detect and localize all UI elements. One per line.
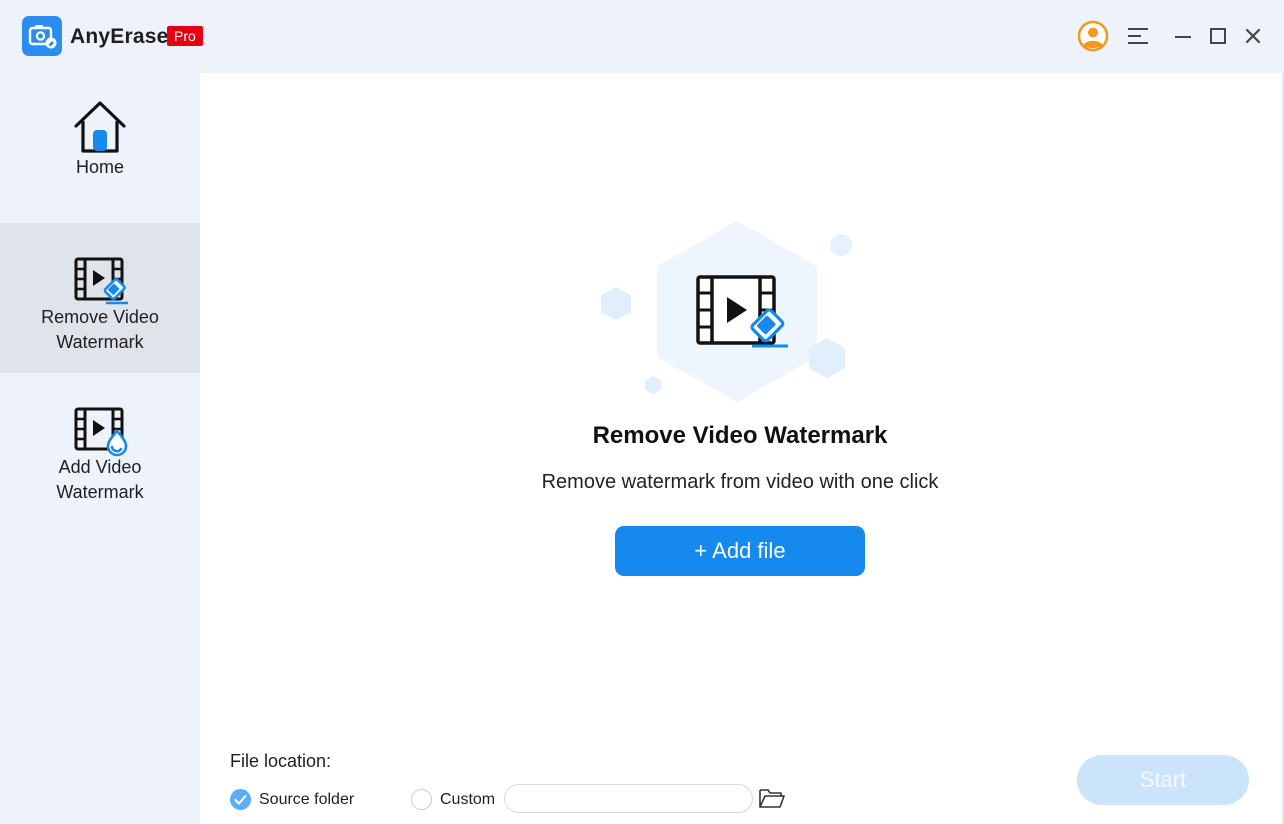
sidebar-item-home[interactable]: Home (0, 73, 200, 223)
app-name: AnyErase (70, 25, 169, 48)
sidebar: Home Remove Video Watermark Add Video Wa… (0, 73, 200, 824)
app-logo-icon (22, 16, 62, 56)
custom-label[interactable]: Custom (440, 789, 495, 810)
sidebar-item-label: Home (75, 157, 124, 177)
maximize-icon[interactable] (1201, 19, 1235, 53)
page-subtitle: Remove watermark from video with one cli… (541, 471, 939, 493)
main-panel: Remove Video Watermark Remove watermark … (200, 73, 1284, 824)
minimize-icon[interactable] (1166, 19, 1200, 53)
page-title: Remove Video Watermark (592, 422, 888, 449)
file-location-label: File location: (230, 751, 332, 771)
start-button[interactable]: Start (1077, 755, 1249, 805)
title-bar: AnyErase Pro (0, 0, 1284, 73)
pro-badge: Pro (167, 26, 203, 46)
menu-icon[interactable] (1121, 19, 1155, 53)
home-icon (72, 99, 128, 155)
check-icon (234, 795, 247, 805)
remove-watermark-icon (72, 253, 128, 309)
close-icon[interactable] (1236, 19, 1270, 53)
folder-open-icon[interactable] (758, 786, 786, 810)
custom-radio[interactable] (411, 789, 432, 810)
add-file-button[interactable]: + Add file (615, 526, 865, 576)
add-watermark-icon (72, 403, 128, 459)
custom-path-input[interactable] (504, 784, 753, 813)
sidebar-item-add-video-watermark[interactable]: Add Video Watermark (0, 373, 200, 523)
sidebar-item-label: Remove Video Watermark (41, 307, 159, 352)
sidebar-item-remove-video-watermark[interactable]: Remove Video Watermark (0, 223, 200, 373)
account-icon[interactable] (1076, 19, 1110, 53)
sidebar-item-label: Add Video Watermark (56, 457, 144, 502)
source-folder-radio[interactable] (230, 789, 251, 810)
video-watermark-illustration (595, 221, 855, 411)
source-folder-label[interactable]: Source folder (259, 789, 354, 810)
